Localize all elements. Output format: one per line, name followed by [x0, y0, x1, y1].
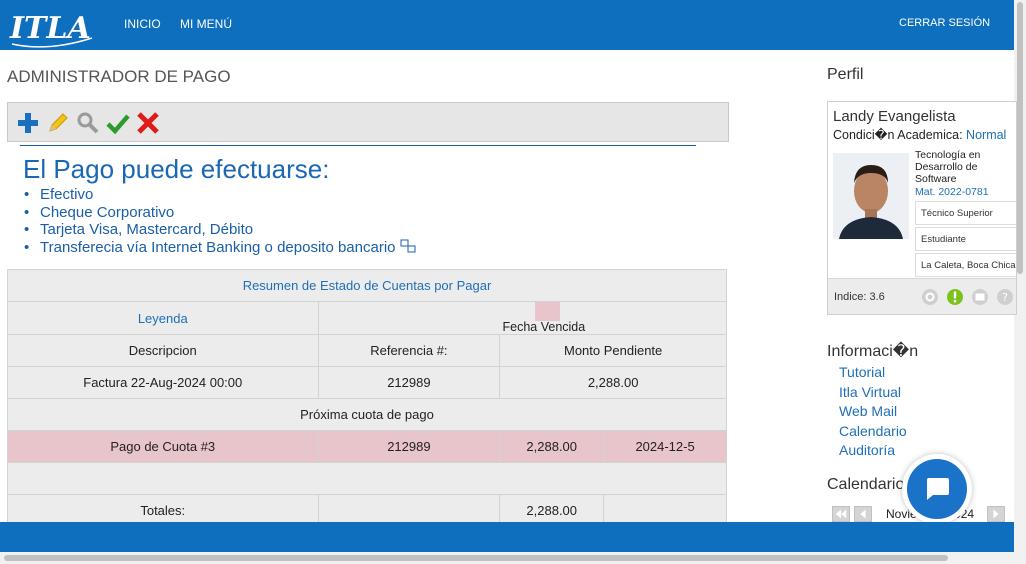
table-row-overdue[interactable]: Pago de Cuota #3 212989 2,288.00 2024-12…	[7, 430, 727, 463]
payment-method: Tarjeta Visa, Mastercard, Débito	[24, 221, 416, 239]
help-icon[interactable]: ?	[996, 288, 1014, 306]
payment-method: Cheque Corporativo	[24, 204, 416, 222]
payment-method: Efectivo	[24, 186, 416, 204]
payment-methods-list: Efectivo Cheque Corporativo Tarjeta Visa…	[24, 186, 416, 256]
summary-caption: Resumen de Estado de Cuentas por Pagar	[7, 269, 727, 302]
add-icon[interactable]	[16, 111, 40, 135]
nav-inicio[interactable]: INICIO	[124, 17, 161, 31]
bank-transfer-icon	[400, 239, 415, 252]
svg-text:ITLA: ITLA	[9, 11, 91, 46]
installment-date: 2024-12-5	[603, 430, 727, 463]
info-title: Informaci�n	[827, 343, 919, 360]
calendar-prev-month-icon[interactable]	[854, 506, 872, 522]
student-photo	[833, 153, 909, 239]
legend-overdue-label: Fecha Vencida	[502, 320, 586, 334]
link-tutorial[interactable]: Tutorial	[839, 363, 907, 383]
horizontal-scrollbar[interactable]	[0, 552, 1014, 564]
student-name: Landy Evangelista	[833, 108, 956, 125]
approve-icon[interactable]	[106, 111, 130, 135]
calendar-next-month-icon[interactable]	[987, 506, 1005, 522]
academic-condition: Condici�n Academica: Normal	[833, 127, 1006, 142]
search-icon[interactable]	[76, 111, 100, 135]
vertical-scrollbar-thumb[interactable]	[1017, 2, 1023, 274]
svg-text:?: ?	[1002, 291, 1008, 304]
installment-description: Pago de Cuota #3	[7, 430, 319, 463]
alert-icon[interactable]	[946, 288, 964, 306]
student-career: Tecnología en Desarrollo de Software	[915, 149, 981, 185]
message-icon[interactable]	[971, 288, 989, 306]
link-auditoria[interactable]: Auditoría	[839, 441, 907, 461]
profile-footer: Indice: 3.6 ?	[828, 278, 1016, 314]
invoice-description: Factura 22-Aug-2024 00:00	[7, 366, 319, 399]
student-role: Estudiante	[915, 227, 1016, 251]
column-header: Descripcion	[7, 334, 319, 367]
invoice-amount: 2,288.00	[499, 366, 727, 399]
footer-bar	[0, 522, 1014, 552]
payment-method: Transferecia vía Internet Banking o depo…	[40, 238, 396, 256]
empty-row	[7, 462, 727, 495]
invoice-reference: 212989	[317, 366, 501, 399]
nav-mi-menu[interactable]: MI MENÚ	[180, 17, 232, 31]
installment-reference: 212989	[317, 430, 501, 463]
payment-heading: El Pago puede efectuarse:	[23, 154, 330, 184]
itla-logo[interactable]: ITLA	[8, 8, 98, 48]
calendar-prev-year-icon[interactable]	[832, 506, 850, 522]
horizontal-scrollbar-thumb[interactable]	[4, 555, 948, 561]
legend-cell: Fecha Vencida	[317, 301, 728, 335]
overdue-swatch	[534, 302, 560, 321]
edit-icon[interactable]	[46, 111, 70, 135]
top-nav-bar: ITLA INICIO MI MENÚ CERRAR SESIÓN	[0, 0, 1014, 50]
student-address: La Caleta, Boca Chica	[915, 253, 1016, 277]
column-header: Monto Pendiente	[499, 334, 727, 367]
installment-amount: 2,288.00	[499, 430, 605, 463]
table-row: Factura 22-Aug-2024 00:00 212989 2,288.0…	[7, 366, 727, 399]
column-header: Referencia #:	[317, 334, 501, 367]
payment-divider	[20, 145, 696, 146]
profile-title: Perfil	[827, 66, 864, 83]
payment-method-transfer: Transferecia vía Internet Banking o depo…	[24, 239, 416, 257]
action-toolbar	[7, 102, 729, 142]
academic-condition-value: Normal	[966, 128, 1007, 142]
info-links: Tutorial Itla Virtual Web Mail Calendari…	[839, 363, 907, 461]
settings-icon[interactable]	[921, 288, 939, 306]
student-level: Técnico Superior	[915, 201, 1016, 225]
next-installment-label: Próxima cuota de pago	[7, 398, 727, 431]
calendar-title: Calendario	[827, 476, 905, 493]
chat-icon	[927, 478, 949, 500]
academic-condition-label: Condici�n Academica:	[833, 128, 963, 142]
page-title: ADMINISTRADOR DE PAGO	[7, 67, 231, 86]
profile-card: Landy Evangelista Condici�n Academica: N…	[827, 101, 1017, 315]
chat-icon-background	[907, 459, 967, 519]
link-itla-virtual[interactable]: Itla Virtual	[839, 383, 907, 403]
student-matricula: Mat. 2022-0781	[915, 186, 989, 198]
chat-button[interactable]	[902, 454, 972, 524]
gpa-index: Indice: 3.6	[834, 291, 885, 303]
delete-icon[interactable]	[136, 111, 160, 135]
link-web-mail[interactable]: Web Mail	[839, 402, 907, 422]
link-calendario[interactable]: Calendario	[839, 422, 907, 442]
legend-label: Leyenda	[7, 301, 319, 335]
logout-link[interactable]: CERRAR SESIÓN	[899, 17, 990, 29]
account-summary-table: Resumen de Estado de Cuentas por Pagar L…	[7, 269, 728, 527]
